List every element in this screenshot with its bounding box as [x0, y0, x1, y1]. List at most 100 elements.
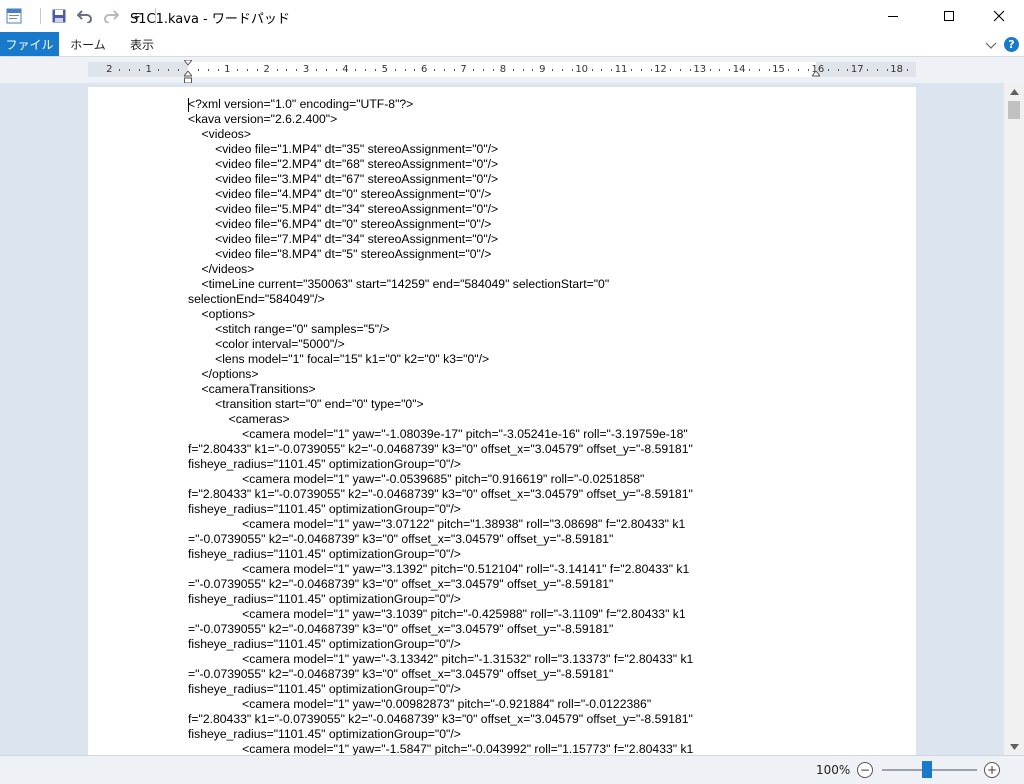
ribbon-expand-chevron-icon[interactable] [984, 37, 998, 51]
document-line[interactable]: </videos> [188, 262, 255, 276]
document-line[interactable]: <video file="8.MP4" dt="5" stereoAssignm… [188, 247, 491, 261]
zoom-slider-thumb[interactable] [922, 761, 932, 778]
document-line[interactable]: <kava version="2.6.2.400"> [188, 112, 337, 126]
tab-home[interactable]: ホーム [59, 32, 117, 56]
vertical-scrollbar[interactable] [1004, 83, 1024, 755]
ruler[interactable]: 2 1 1 2 3 4 5 6 7 8 9 10 11 12 13 14 15 16 17 18 [88, 62, 916, 77]
document-line[interactable]: <transition start="0" end="0" type="0"> [188, 397, 424, 411]
document-line[interactable]: <camera model="1" yaw="-0.0539685" pitch… [188, 472, 644, 486]
document-line[interactable]: <video file="2.MP4" dt="68" stereoAssign… [188, 157, 498, 171]
qat-separator [40, 8, 41, 24]
ruler-number: 4 [342, 64, 349, 75]
maximize-button[interactable] [926, 0, 972, 32]
zoom-level-label: 100% [816, 763, 851, 777]
document-line[interactable]: <video file="7.MP4" dt="34" stereoAssign… [188, 232, 498, 246]
ruler-tick [670, 69, 672, 71]
ruler-number: 1 [224, 64, 231, 75]
document-line[interactable]: <camera model="1" yaw="0.00982873" pitch… [188, 697, 651, 711]
document-line[interactable]: ="-0.0739055" k2="-0.0468739" k3="0" off… [188, 577, 613, 591]
tab-file[interactable]: ファイル [0, 32, 59, 56]
document-page[interactable]: <?xml version="1.0" encoding="UTF-8"?> <… [88, 87, 916, 755]
minimize-icon [888, 16, 898, 17]
document-line[interactable]: <video file="3.MP4" dt="67" stereoAssign… [188, 172, 498, 186]
ruler-tick [640, 69, 642, 71]
zoom-out-button[interactable]: − [857, 762, 873, 778]
document-line[interactable]: <camera model="1" yaw="3.1039" pitch="-0… [188, 607, 685, 621]
document-line[interactable]: <video file="5.MP4" dt="34" stereoAssign… [188, 202, 498, 216]
zoom-in-button[interactable]: + [984, 762, 1000, 778]
document-line[interactable]: ="-0.0739055" k2="-0.0468739" k3="0" off… [188, 622, 613, 636]
document-line[interactable]: <camera model="1" yaw="-1.08039e-17" pit… [188, 427, 688, 441]
ruler-tick [611, 69, 613, 71]
document-line[interactable]: <timeLine current="350063" start="14259"… [188, 277, 610, 291]
close-button[interactable] [976, 0, 1022, 32]
ruler-number: 8 [499, 64, 507, 75]
ruler-tick [453, 69, 455, 71]
scroll-up-arrow-icon[interactable] [1004, 83, 1024, 100]
right-indent-marker[interactable] [812, 71, 820, 77]
document-line[interactable]: <options> [188, 307, 256, 321]
first-line-indent-marker[interactable] [184, 60, 192, 66]
maximize-icon [944, 11, 954, 21]
ruler-tick [512, 69, 514, 71]
ribbon-tabs: ファイル ホーム 表示 [0, 32, 1024, 56]
ruler-tick [591, 69, 593, 71]
document-line[interactable]: <stitch range="0" samples="5"/> [188, 322, 390, 336]
ruler-tick [562, 69, 563, 71]
document-line[interactable]: fisheye_radius="1101.45" optimizationGro… [188, 592, 461, 606]
ruler-tick [729, 69, 731, 71]
ruler-tick [286, 69, 288, 71]
scrollbar-thumb[interactable] [1008, 101, 1020, 119]
ruler-tick [886, 69, 888, 71]
undo-icon[interactable] [75, 6, 95, 26]
document-text[interactable]: <?xml version="1.0" encoding="UTF-8"?> <… [188, 97, 828, 755]
document-line[interactable]: <color interval="5000"/> [188, 337, 345, 351]
document-line[interactable]: <video file="6.MP4" dt="0" stereoAssignm… [188, 217, 491, 231]
ruler-tick [473, 69, 475, 71]
help-icon[interactable]: ? [1004, 37, 1019, 52]
document-line[interactable]: <video file="1.MP4" dt="35" stereoAssign… [188, 142, 498, 156]
document-line[interactable]: f="2.80433" k1="-0.0739055" k2="-0.04687… [188, 712, 693, 726]
ruler-number: 17 [850, 64, 864, 75]
document-line[interactable]: ="-0.0739055" k2="-0.0468739" k3="0" off… [188, 532, 613, 546]
document-line[interactable]: fisheye_radius="1101.45" optimizationGro… [188, 547, 461, 561]
document-line[interactable]: <cameras> [188, 412, 290, 426]
wordpad-app-icon[interactable] [6, 8, 22, 24]
document-line[interactable]: fisheye_radius="1101.45" optimizationGro… [188, 727, 461, 741]
document-line[interactable]: fisheye_radius="1101.45" optimizationGro… [188, 637, 461, 651]
ruler-tick [443, 69, 445, 71]
document-line[interactable]: fisheye_radius="1101.45" optimizationGro… [188, 502, 461, 516]
ruler-tick [837, 69, 839, 71]
ruler-tick [335, 69, 337, 71]
document-line[interactable]: <?xml version="1.0" encoding="UTF-8"?> [188, 97, 413, 111]
minimize-button[interactable] [870, 0, 916, 32]
document-line[interactable]: fisheye_radius="1101.45" optimizationGro… [188, 682, 461, 696]
ruler-tick [247, 69, 249, 71]
ruler-tick [483, 69, 485, 71]
redo-icon[interactable] [101, 6, 121, 26]
tab-view[interactable]: 表示 [117, 32, 167, 56]
document-line[interactable]: <camera model="1" yaw="3.07122" pitch="1… [188, 517, 685, 531]
document-line[interactable]: f="2.80433" k1="-0.0739055" k2="-0.04687… [188, 487, 693, 501]
status-bar: 100% − + [0, 755, 1024, 784]
document-line[interactable]: <videos> [188, 127, 251, 141]
scroll-down-arrow-icon[interactable] [1004, 738, 1024, 755]
document-line[interactable]: <camera model="1" yaw="-1.5847" pitch="-… [188, 742, 693, 755]
document-line[interactable]: <cameraTransitions> [188, 382, 316, 396]
document-line[interactable]: ="-0.0739055" k2="-0.0468739" k3="0" off… [188, 667, 613, 681]
document-line[interactable]: fisheye_radius="1101.45" optimizationGro… [188, 457, 461, 471]
document-line[interactable]: <video file="4.MP4" dt="0" stereoAssignm… [188, 187, 491, 201]
ruler-tick [158, 69, 160, 71]
save-icon[interactable] [49, 6, 69, 26]
document-line[interactable]: <camera model="1" yaw="-3.13342" pitch="… [188, 652, 693, 666]
ruler-number: 1 [145, 64, 152, 75]
ruler-number: 3 [302, 64, 310, 75]
document-line[interactable]: <camera model="1" yaw="3.1392" pitch="0.… [188, 562, 689, 576]
document-line[interactable]: </options> [188, 367, 259, 381]
ruler-number: 2 [263, 64, 270, 75]
ruler-tick [119, 69, 121, 71]
document-line[interactable]: <lens model="1" focal="15" k1="0" k2="0"… [188, 352, 489, 366]
document-line[interactable]: selectionEnd="584049"/> [188, 292, 325, 306]
ruler-tick [168, 69, 170, 71]
document-line[interactable]: f="2.80433" k1="-0.0739055" k2="-0.04687… [188, 442, 693, 456]
